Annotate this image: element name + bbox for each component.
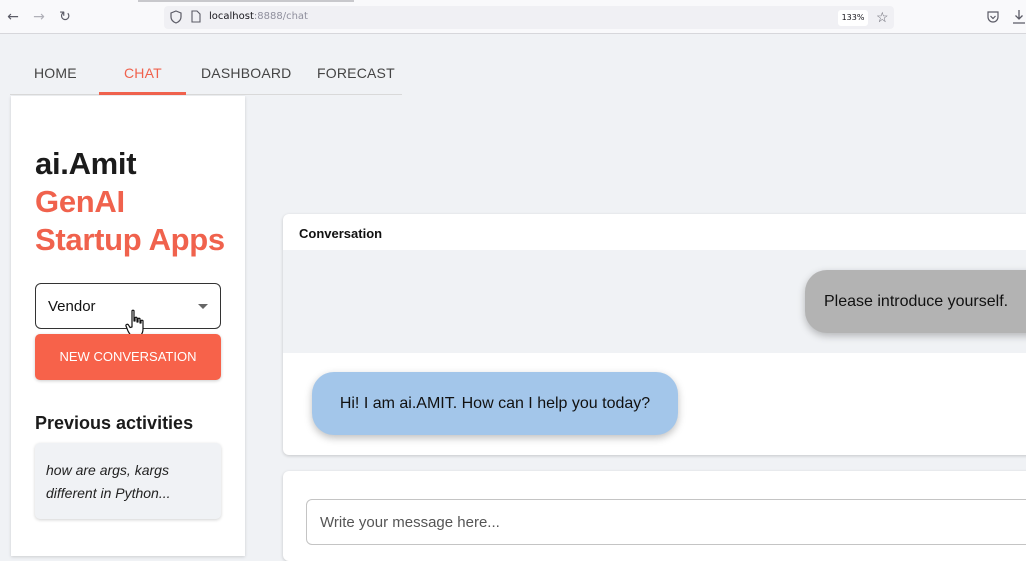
pocket-icon[interactable] (986, 10, 1000, 24)
star-icon[interactable]: ☆ (876, 9, 889, 25)
forward-arrow-icon[interactable]: → (31, 9, 47, 25)
browser-tab-indicator (138, 0, 354, 2)
brand-subtitle-line1: GenAI (35, 184, 125, 219)
zoom-level-badge[interactable]: 133% (838, 10, 868, 26)
message-input[interactable] (306, 499, 1026, 545)
brand-subtitle-line2: Startup Apps (35, 222, 225, 257)
reload-icon[interactable]: ↻ (57, 9, 73, 25)
shield-icon[interactable] (170, 10, 182, 24)
tab-dashboard[interactable]: DASHBOARD (201, 65, 291, 81)
brand-title: ai.Amit (35, 146, 137, 181)
url-text[interactable]: localhost:8888/chat (209, 11, 308, 22)
conversation-title: Conversation (299, 226, 383, 241)
download-icon[interactable] (1012, 9, 1026, 25)
caret-down-icon (198, 304, 208, 309)
active-tab-indicator (99, 92, 186, 95)
tab-forecast[interactable]: FORECAST (317, 65, 395, 81)
persona-select-value: Vendor (48, 298, 96, 315)
page-icon (191, 10, 201, 23)
back-arrow-icon[interactable]: ← (5, 9, 21, 25)
tab-chat[interactable]: CHAT (124, 65, 162, 81)
new-conversation-button[interactable]: NEW CONVERSATION (35, 334, 221, 380)
tab-home[interactable]: HOME (34, 65, 77, 81)
previous-activities-heading: Previous activities (35, 413, 194, 433)
bot-message-bubble: Hi! I am ai.AMIT. How can I help you tod… (312, 372, 678, 435)
previous-activity-item[interactable]: how are args, kargs different in Python.… (35, 443, 221, 519)
user-message-bubble: Please introduce yourself. (805, 270, 1026, 333)
